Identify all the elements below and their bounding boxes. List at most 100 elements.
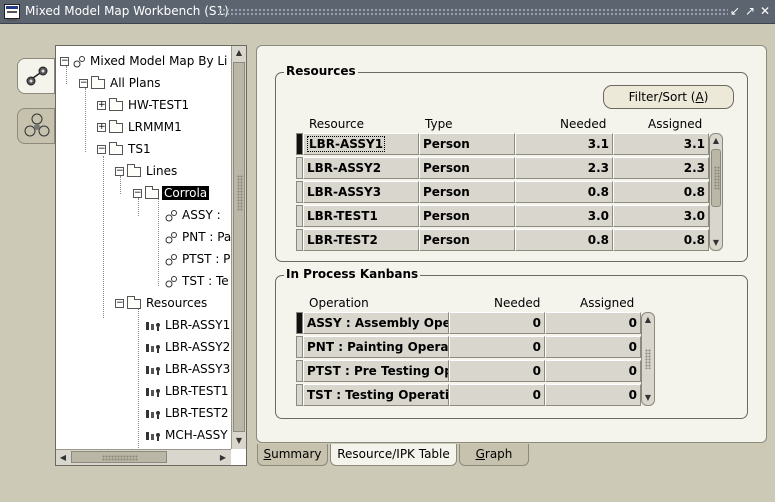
row-selector[interactable] (296, 336, 303, 358)
row-selector[interactable] (296, 360, 303, 382)
expand-icon[interactable]: + (97, 101, 106, 110)
table-cell-assigned[interactable]: 0 (545, 336, 641, 358)
title-bar[interactable]: Mixed Model Map Workbench (S1) ↙ ↗ ✕ (0, 0, 775, 24)
table-cell-needed[interactable]: 3.1 (515, 133, 613, 155)
scroll-down-icon[interactable]: ▼ (710, 236, 722, 250)
tree-node-label: PNT : Pa (182, 230, 231, 244)
table-cell-assigned[interactable]: 0.8 (613, 229, 709, 251)
row-selector[interactable] (296, 133, 303, 155)
resources-table-scrollbar[interactable]: ▲ ▼ (709, 133, 723, 251)
table-cell-resource[interactable]: LBR-TEST2 (303, 229, 419, 251)
tree-node-corrola[interactable]: − Corrola (133, 184, 210, 202)
table-cell-needed[interactable]: 0 (449, 336, 545, 358)
scroll-up-icon[interactable]: ▲ (232, 46, 246, 60)
table-cell-assigned[interactable]: 0 (545, 384, 641, 406)
maximize-icon[interactable]: ↗ (743, 4, 757, 19)
tree-node-tst[interactable]: TST : Te (164, 272, 231, 290)
tree-node-lbr-assy2[interactable]: LBR-ASSY2 (145, 338, 231, 356)
tree-node-lbr-test2[interactable]: LBR-TEST2 (145, 404, 231, 422)
row-selector[interactable] (296, 205, 303, 227)
table-cell-operation[interactable]: ASSY : Assembly Oper (303, 312, 449, 334)
network-map-button[interactable] (17, 58, 55, 94)
row-selector[interactable] (296, 384, 303, 406)
table-cell-resource[interactable]: LBR-ASSY3 (303, 181, 419, 203)
table-cell-type[interactable]: Person (419, 181, 515, 203)
table-cell-needed[interactable]: 3.0 (515, 205, 613, 227)
expand-icon[interactable]: + (97, 123, 106, 132)
tree-node-ptst[interactable]: PTST : P (164, 250, 231, 268)
folder-icon (127, 163, 141, 177)
tree-node-resources[interactable]: − Resources (115, 294, 209, 312)
table-cell-needed[interactable]: 0 (449, 312, 545, 334)
table-cell-type[interactable]: Person (419, 157, 515, 179)
tree-node-hw-test1[interactable]: + HW-TEST1 (97, 96, 191, 114)
table-cell-assigned[interactable]: 0 (545, 360, 641, 382)
table-cell-assigned[interactable]: 0.8 (613, 181, 709, 203)
tree-node-ts1[interactable]: − TS1 (97, 140, 153, 158)
table-cell-needed[interactable]: 0 (449, 360, 545, 382)
tree-node-lbr-assy1[interactable]: LBR-ASSY1 (145, 316, 231, 334)
table-cell-type[interactable]: Person (419, 229, 515, 251)
collapse-icon[interactable]: − (79, 79, 88, 88)
close-icon[interactable]: ✕ (758, 4, 772, 19)
table-cell-assigned[interactable]: 0 (545, 312, 641, 334)
scroll-thumb[interactable] (71, 451, 167, 463)
scroll-up-icon[interactable]: ▲ (710, 134, 722, 148)
tab-graph[interactable]: Graph (459, 444, 529, 466)
row-selector[interactable] (296, 181, 303, 203)
minimize-icon[interactable]: ↙ (728, 4, 742, 19)
table-cell-type[interactable]: Person (419, 133, 515, 155)
table-cell-resource[interactable]: LBR-ASSY1 (303, 133, 419, 155)
scroll-down-icon[interactable]: ▼ (642, 391, 654, 405)
filter-sort-button[interactable]: Filter/Sort (A) (603, 85, 734, 109)
cluster-map-button[interactable] (17, 108, 55, 144)
tree-node-lbr-test1[interactable]: LBR-TEST1 (145, 382, 231, 400)
row-selector[interactable] (296, 229, 303, 251)
table-cell-assigned[interactable]: 3.1 (613, 133, 709, 155)
navigator-tree[interactable]: − Mixed Model Map By Li − All Plans + HW-TE… (55, 45, 247, 466)
table-cell-type[interactable]: Person (419, 205, 515, 227)
collapse-icon[interactable]: − (60, 57, 69, 66)
collapse-icon[interactable]: − (133, 189, 142, 198)
scroll-thumb[interactable] (233, 62, 245, 432)
tree-node-lbr-assy3[interactable]: LBR-ASSY3 (145, 360, 231, 378)
tree-vertical-scrollbar[interactable]: ▲ ▼ (231, 46, 246, 449)
tree-node-label: ASSY : (182, 208, 221, 222)
table-cell-assigned[interactable]: 2.3 (613, 157, 709, 179)
tree-node-label: All Plans (110, 76, 161, 90)
tree-node-all-plans[interactable]: − All Plans (79, 74, 162, 92)
kanbans-section-label: In Process Kanbans (284, 267, 421, 281)
collapse-icon[interactable]: − (115, 167, 124, 176)
collapse-icon[interactable]: − (115, 299, 124, 308)
scroll-down-icon[interactable]: ▼ (232, 434, 246, 448)
table-cell-needed[interactable]: 0.8 (515, 229, 613, 251)
table-cell-needed[interactable]: 0.8 (515, 181, 613, 203)
tree-node-label: TST : Te (182, 274, 229, 288)
tree-node-lrmmm1[interactable]: + LRMMM1 (97, 118, 184, 136)
collapse-icon[interactable]: − (97, 145, 106, 154)
table-cell-resource[interactable]: LBR-TEST1 (303, 205, 419, 227)
tree-horizontal-scrollbar[interactable]: ◀ ▶ (56, 449, 231, 465)
table-cell-resource[interactable]: LBR-ASSY2 (303, 157, 419, 179)
tree-node-root[interactable]: − Mixed Model Map By Li (60, 52, 229, 70)
tree-node-assy[interactable]: ASSY : (164, 206, 223, 224)
tab-summary[interactable]: Summary (257, 444, 328, 466)
table-cell-needed[interactable]: 0 (449, 384, 545, 406)
tree-node-pnt[interactable]: PNT : Pa (164, 228, 231, 246)
table-cell-operation[interactable]: TST : Testing Operatic (303, 384, 449, 406)
row-selector[interactable] (296, 157, 303, 179)
table-cell-operation[interactable]: PTST : Pre Testing Op (303, 360, 449, 382)
tree-node-mch-assy[interactable]: MCH-ASSY (145, 426, 230, 444)
scroll-left-icon[interactable]: ◀ (56, 451, 70, 465)
table-cell-needed[interactable]: 2.3 (515, 157, 613, 179)
scroll-up-icon[interactable]: ▲ (642, 313, 654, 327)
tree-node-lines[interactable]: − Lines (115, 162, 179, 180)
scroll-right-icon[interactable]: ▶ (216, 451, 230, 465)
kanbans-table-scrollbar[interactable]: ▲ ▼ (641, 312, 655, 406)
scroll-thumb[interactable] (711, 149, 721, 207)
row-selector[interactable] (296, 312, 303, 334)
tab-resource-ipk-table[interactable]: Resource/IPK Table (330, 444, 457, 466)
tree-node-label: LRMMM1 (128, 120, 182, 134)
table-cell-operation[interactable]: PNT : Painting Operat (303, 336, 449, 358)
table-cell-assigned[interactable]: 3.0 (613, 205, 709, 227)
